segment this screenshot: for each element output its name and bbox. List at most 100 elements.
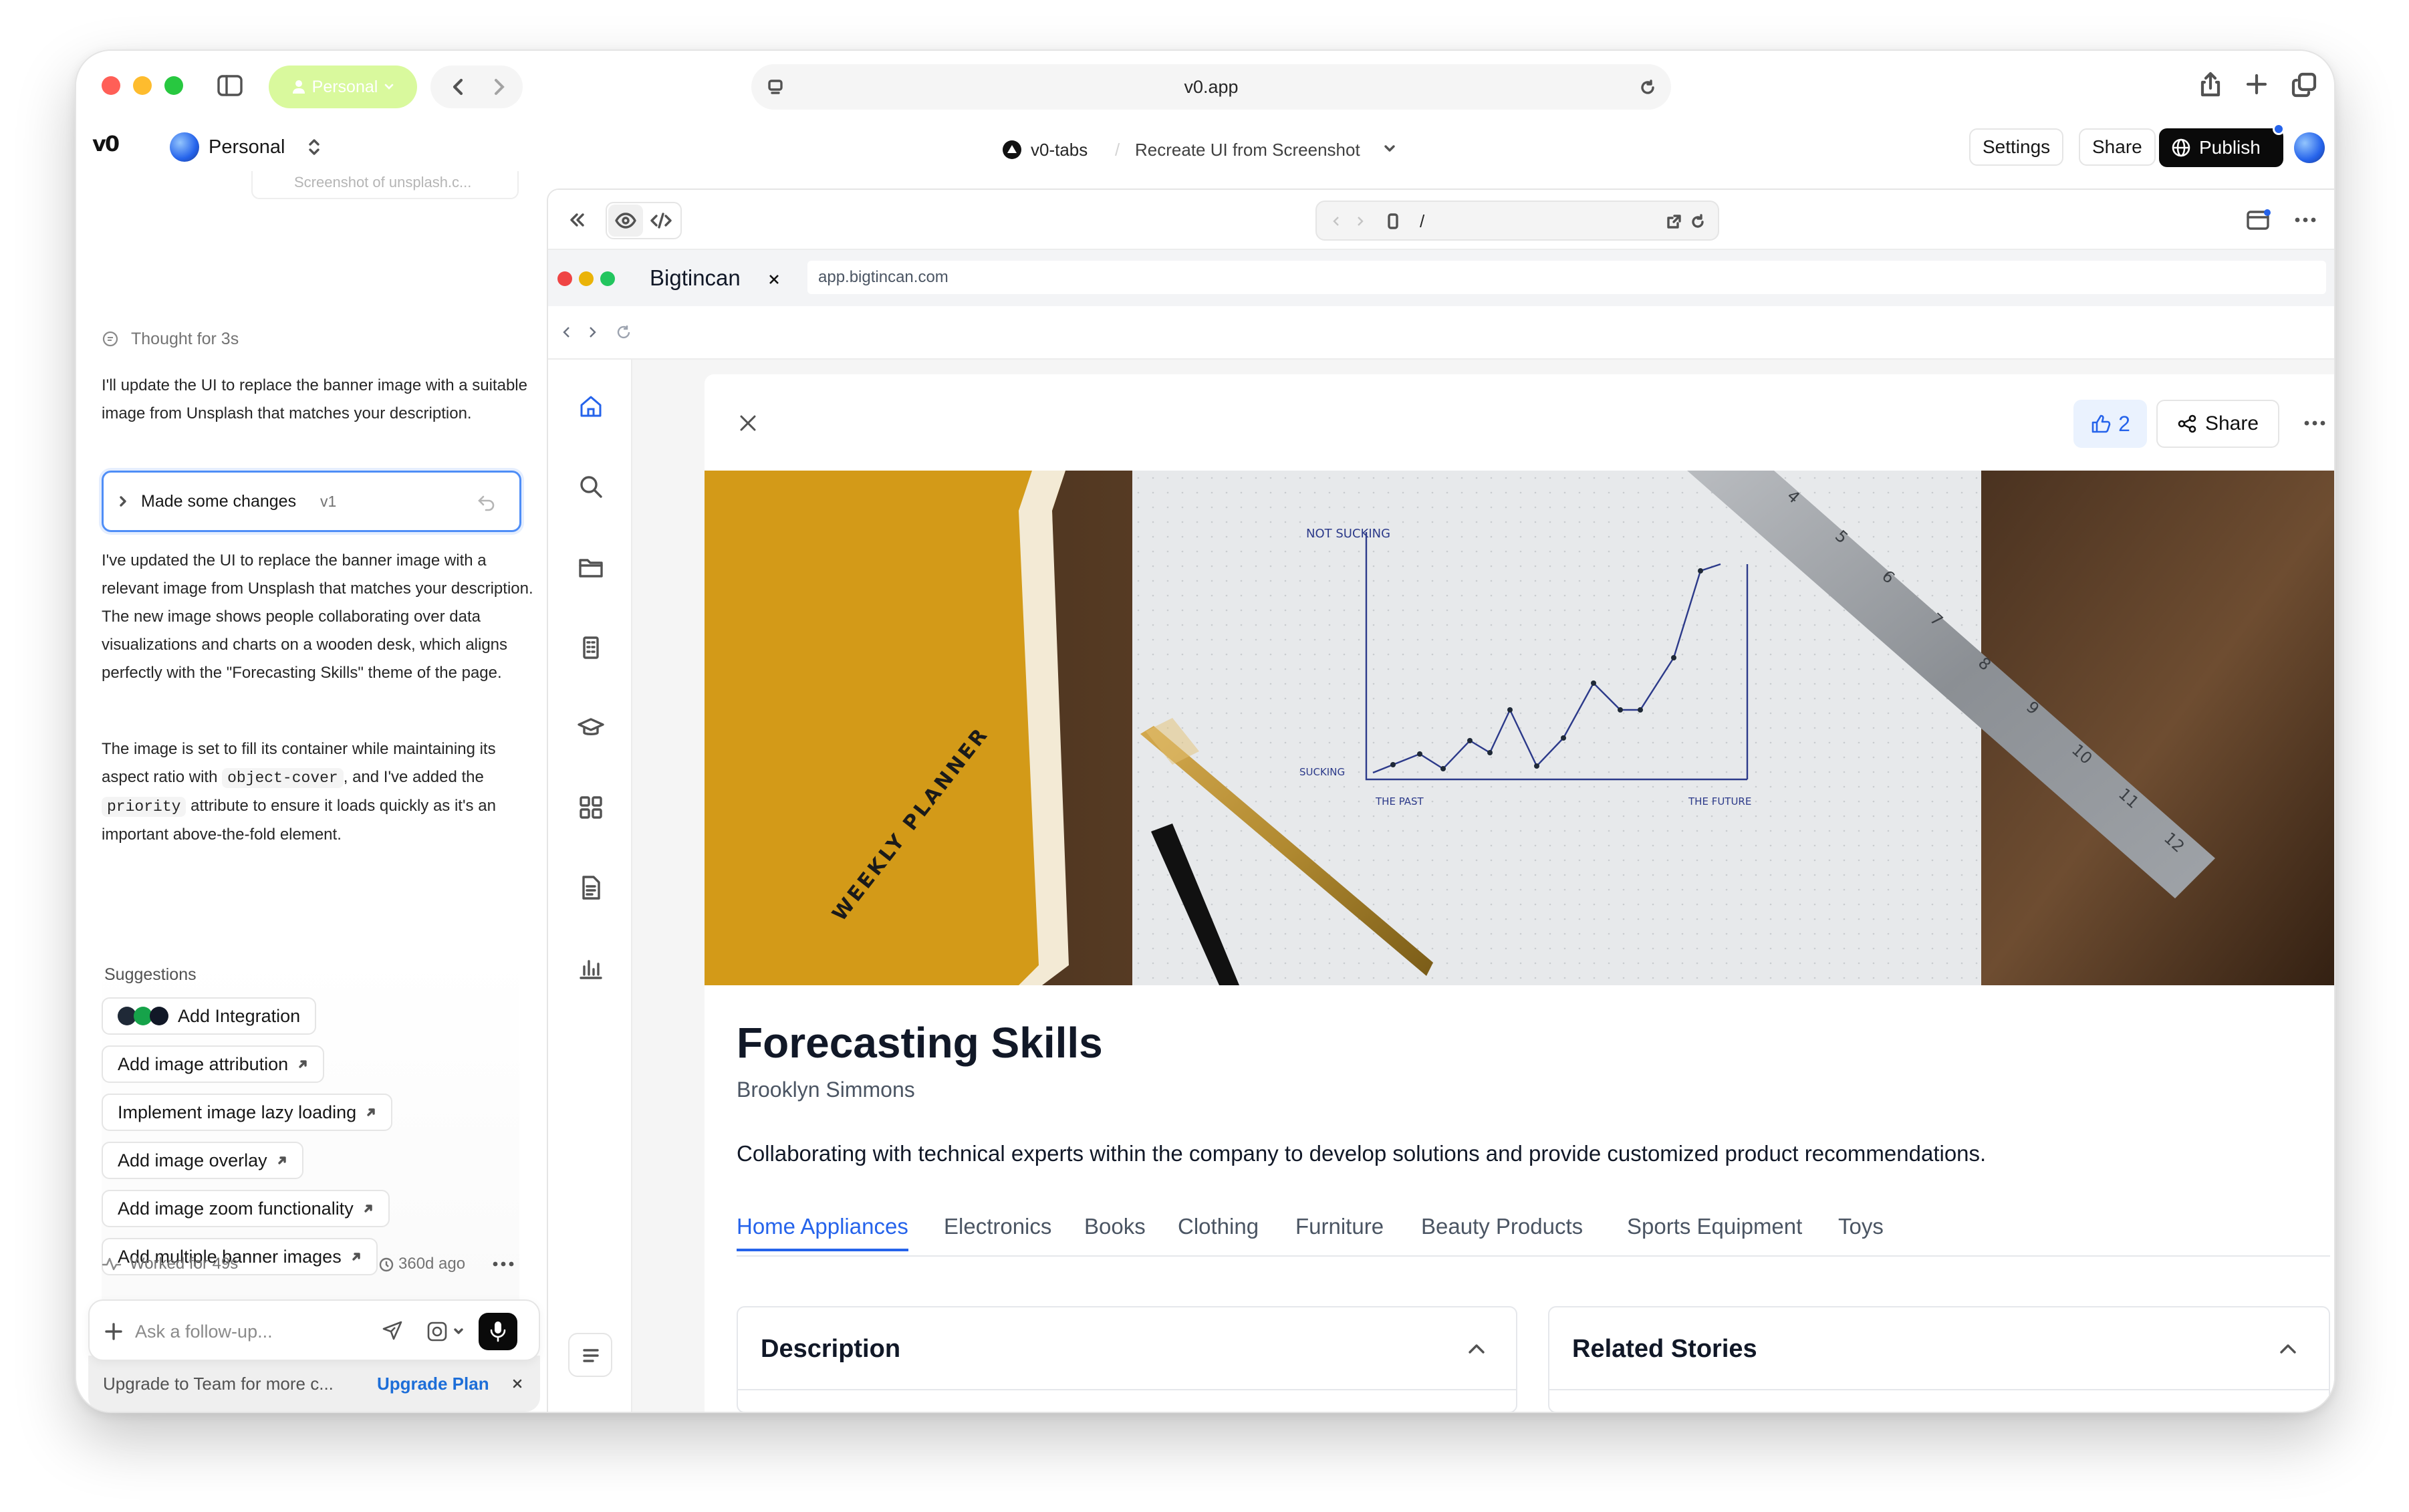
tabs-overview-icon[interactable] bbox=[2291, 72, 2317, 98]
analytics-icon[interactable] bbox=[578, 955, 604, 981]
tab-books[interactable]: Books bbox=[1084, 1214, 1146, 1239]
profile-chip[interactable]: Personal bbox=[269, 66, 417, 108]
close-window-button[interactable] bbox=[102, 76, 120, 95]
suggestion-add-integration[interactable]: Add Integration bbox=[102, 997, 317, 1035]
close-story-icon[interactable] bbox=[738, 413, 758, 433]
maximize-window-button[interactable] bbox=[164, 76, 183, 95]
mock-forward-icon[interactable] bbox=[587, 325, 598, 340]
chat-input[interactable]: Ask a follow-up... bbox=[135, 1318, 273, 1345]
tab-toys[interactable]: Toys bbox=[1838, 1214, 1884, 1239]
collapse-chat-icon[interactable] bbox=[568, 211, 586, 229]
home-icon[interactable] bbox=[578, 393, 604, 420]
screenshot-icon[interactable] bbox=[426, 1321, 448, 1342]
mock-back-icon[interactable] bbox=[561, 325, 572, 340]
preview-url-bar[interactable]: / bbox=[1315, 201, 1719, 241]
panel-toggle-icon[interactable] bbox=[2246, 209, 2271, 231]
suggestion-image-overlay[interactable]: Add image overlay bbox=[102, 1142, 303, 1179]
upgrade-plan-link[interactable]: Upgrade Plan bbox=[377, 1370, 489, 1397]
arrow-up-right-icon bbox=[364, 1205, 372, 1213]
suggestion-add-image-attribution[interactable]: Add image attribution bbox=[102, 1045, 325, 1083]
preview-toggle-button[interactable] bbox=[608, 205, 643, 237]
back-icon[interactable] bbox=[451, 78, 467, 96]
app-nav-rail bbox=[548, 360, 632, 1412]
workspace-name[interactable]: Personal bbox=[209, 132, 285, 162]
code-icon[interactable] bbox=[650, 211, 672, 230]
chat-title[interactable]: Recreate UI from Screenshot bbox=[1135, 135, 1360, 164]
chart-left-label: THE PAST bbox=[1375, 795, 1424, 807]
refresh-icon[interactable] bbox=[1690, 214, 1706, 230]
preview-back-icon[interactable] bbox=[1332, 215, 1341, 227]
assistant-message-2: I've updated the UI to replace the banne… bbox=[102, 551, 533, 682]
chevron-down-icon[interactable] bbox=[453, 1328, 464, 1336]
settings-button[interactable]: Settings bbox=[1969, 128, 2064, 166]
chevron-up-icon[interactable] bbox=[1467, 1342, 1487, 1356]
chevron-down-icon bbox=[385, 84, 394, 90]
attachment-chip[interactable]: Screenshot of unsplash.c... bbox=[251, 171, 519, 199]
mock-tab[interactable]: Bigtincan bbox=[635, 250, 794, 306]
device-icon[interactable] bbox=[1386, 213, 1400, 230]
tab-clothing[interactable]: Clothing bbox=[1178, 1214, 1259, 1239]
mock-close-dot bbox=[557, 271, 572, 286]
time-ago: 360d ago bbox=[398, 1255, 466, 1273]
close-tab-icon[interactable] bbox=[767, 273, 781, 286]
reload-icon[interactable] bbox=[1639, 79, 1656, 96]
story-more-icon[interactable] bbox=[2303, 420, 2326, 426]
open-external-icon[interactable] bbox=[1666, 214, 1682, 230]
restore-icon[interactable] bbox=[477, 493, 497, 511]
address-bar[interactable]: v0.app bbox=[751, 64, 1671, 110]
like-button[interactable]: 2 bbox=[2073, 400, 2147, 448]
sidebar-toggle-icon[interactable] bbox=[217, 74, 243, 97]
chevron-up-icon[interactable] bbox=[2278, 1342, 2298, 1356]
story-author[interactable]: Brooklyn Simmons bbox=[737, 1075, 915, 1104]
new-tab-icon[interactable] bbox=[2246, 74, 2267, 95]
user-avatar[interactable] bbox=[2294, 132, 2325, 163]
plus-icon[interactable] bbox=[104, 1322, 123, 1341]
arrow-up-right-icon bbox=[277, 1156, 286, 1164]
building-icon[interactable] bbox=[578, 634, 604, 660]
project-breadcrumb[interactable]: v0-tabs bbox=[1031, 135, 1088, 164]
story-card: 2 Share WEEKLY PLANNER NOT SUCKING SUCKI… bbox=[705, 374, 2334, 1412]
changes-label: Made some changes bbox=[141, 492, 297, 511]
graduation-cap-icon[interactable] bbox=[578, 714, 604, 741]
mock-refresh-icon[interactable] bbox=[615, 324, 632, 341]
apps-grid-icon[interactable] bbox=[578, 794, 604, 821]
search-icon[interactable] bbox=[578, 473, 604, 500]
thought-label[interactable]: Thought for 3s bbox=[131, 326, 239, 352]
mock-address-bar[interactable]: app.bigtincan.com bbox=[807, 261, 2326, 294]
more-icon[interactable] bbox=[2294, 217, 2317, 223]
like-count: 2 bbox=[2118, 411, 2130, 436]
menu-button[interactable] bbox=[568, 1333, 612, 1377]
v0-logo[interactable]: v0 bbox=[92, 131, 120, 156]
changes-card[interactable]: Made some changes v1 bbox=[102, 471, 521, 532]
tab-electronics[interactable]: Electronics bbox=[944, 1214, 1051, 1239]
story-share-button[interactable]: Share bbox=[2156, 400, 2279, 448]
publish-button[interactable]: Publish bbox=[2159, 128, 2283, 167]
preview-panel: / Bigtincan app.bigtincan.com 2 Share WE… bbox=[547, 188, 2334, 1412]
mock-browser-tabbar: Bigtincan app.bigtincan.com bbox=[548, 250, 2334, 306]
tab-beauty-products[interactable]: Beauty Products bbox=[1421, 1214, 1583, 1239]
close-icon[interactable] bbox=[512, 1378, 523, 1389]
tab-sports-equipment[interactable]: Sports Equipment bbox=[1627, 1214, 1802, 1239]
tab-furniture[interactable]: Furniture bbox=[1295, 1214, 1384, 1239]
suggestion-lazy-loading[interactable]: Implement image lazy loading bbox=[102, 1094, 393, 1131]
send-paper-icon[interactable] bbox=[381, 1319, 404, 1342]
publish-label: Publish bbox=[2199, 137, 2261, 158]
more-icon[interactable] bbox=[492, 1261, 515, 1267]
mock-tab-title: Bigtincan bbox=[650, 265, 741, 290]
eye-icon bbox=[615, 213, 636, 229]
chevron-down-icon[interactable] bbox=[1384, 144, 1396, 154]
tab-home-appliances[interactable]: Home Appliances bbox=[737, 1214, 908, 1251]
suggestion-image-zoom[interactable]: Add image zoom functionality bbox=[102, 1190, 390, 1227]
mic-button[interactable] bbox=[479, 1313, 517, 1350]
clock-icon bbox=[379, 1257, 394, 1272]
folder-icon[interactable] bbox=[578, 553, 604, 580]
share-browser-icon[interactable] bbox=[2199, 71, 2222, 98]
chevron-updown-icon[interactable] bbox=[307, 138, 321, 156]
document-icon[interactable] bbox=[578, 874, 604, 901]
description-card-title: Description bbox=[761, 1335, 901, 1363]
minimize-window-button[interactable] bbox=[133, 76, 152, 95]
preview-forward-icon[interactable] bbox=[1356, 215, 1365, 227]
forward-icon[interactable] bbox=[491, 78, 507, 96]
upgrade-text: Upgrade to Team for more c... bbox=[103, 1374, 334, 1394]
share-button[interactable]: Share bbox=[2079, 128, 2156, 166]
